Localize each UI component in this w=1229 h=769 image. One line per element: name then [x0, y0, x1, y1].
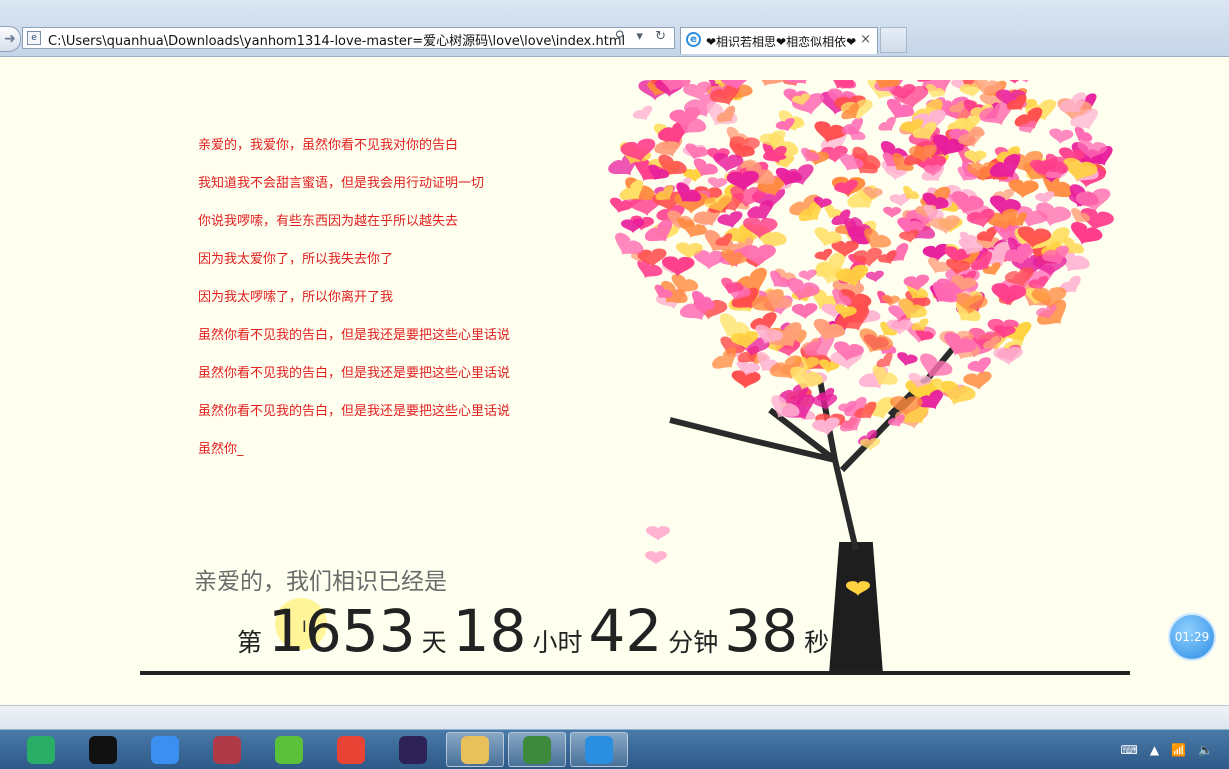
heart-leaf	[1008, 179, 1039, 199]
new-tab-button[interactable]	[880, 27, 907, 53]
elapsed-counter: 第 1653 天 18 小时 42 分钟 38 秒	[237, 596, 829, 666]
poem-line: 因为我太爱你了，所以我失去你了	[198, 252, 394, 267]
minutes-value: 42	[588, 597, 663, 665]
database-icon	[213, 735, 241, 764]
network-icon[interactable]: 📶	[1171, 743, 1186, 757]
heart-leaf	[632, 105, 653, 121]
days-value: 1653	[268, 597, 416, 665]
poem-line: 虽然你看不见我的告白，但是我还是要把这些心里话说	[198, 404, 511, 419]
heart-leaf	[1049, 128, 1074, 145]
heart-leaf	[1005, 80, 1024, 85]
heart-leaf	[883, 206, 902, 219]
tab-title[interactable]: ❤相识若相思❤相恋似相依❤	[706, 33, 856, 50]
taskbar-app-button[interactable]	[198, 732, 256, 767]
heart-leaf	[897, 352, 918, 367]
heart-leaf	[741, 244, 776, 267]
heart-leaf	[1018, 80, 1052, 81]
system-tray: ⌨ ▲ 📶 🔈	[1121, 736, 1229, 764]
counter-prefix: 第	[237, 628, 263, 657]
taskbar-app-button[interactable]	[260, 732, 318, 767]
qq-icon	[89, 735, 117, 764]
hearts-canvas	[608, 80, 1114, 597]
falling-heart	[645, 551, 667, 565]
poem-line: 我知道我不会甜言蜜语，但是我会用行动证明一切	[198, 176, 485, 191]
taskbar-app-button[interactable]	[12, 732, 70, 767]
taskbar-app-button[interactable]	[384, 732, 442, 767]
poem-line: 虽然你看不见我的告白，但是我还是要把这些心里话说	[198, 366, 511, 381]
heart-leaf	[1026, 80, 1055, 85]
address-bar[interactable]: e C:\Users\quanhua\Downloads\yanhom1314-…	[22, 27, 675, 49]
hours-value: 18	[452, 597, 527, 665]
taskbar-app-button[interactable]	[74, 732, 132, 767]
seconds-unit: 秒	[804, 628, 830, 657]
heart-leaf	[755, 80, 785, 87]
poem-line: 因为我太啰嗦了，所以你离开了我	[198, 290, 394, 305]
browser-status-bar	[0, 705, 1229, 730]
poem-line: 你说我啰嗦，有些东西因为越在乎所以越失去	[198, 214, 459, 229]
close-tab-icon[interactable]: ×	[860, 32, 871, 47]
address-url[interactable]: C:\Users\quanhua\Downloads\yanhom1314-lo…	[48, 30, 625, 49]
days-unit: 天	[421, 628, 447, 657]
poem-line: 亲爱的，我爱你，虽然你看不见我对你的告白	[198, 138, 459, 153]
taskbar-app-button[interactable]	[508, 732, 566, 767]
seconds-value: 38	[724, 597, 799, 665]
poem: 亲爱的，我爱你，虽然你看不见我对你的告白 我知道我不会甜言蜜语，但是我会用行动证…	[198, 136, 510, 478]
file-explorer-icon	[461, 735, 489, 764]
taskbar-app-button[interactable]	[570, 732, 628, 767]
ground-line	[140, 671, 1130, 675]
poem-line: 虽然你_	[198, 442, 244, 457]
text-cursor-icon: I	[302, 617, 307, 636]
browser-tab[interactable]: e ❤相识若相思❤相恋似相依❤ ×	[680, 27, 878, 54]
show-hidden-icon[interactable]: ▲	[1150, 743, 1159, 757]
heart-leaf	[800, 147, 820, 163]
page-file-icon: e	[27, 31, 41, 45]
taskbar: ⌨ ▲ 📶 🔈	[0, 729, 1229, 769]
taskbar-app-button[interactable]	[446, 732, 504, 767]
keyboard-icon[interactable]: ⌨	[1121, 743, 1138, 757]
poem-line: 虽然你看不见我的告白，但是我还是要把这些心里话说	[198, 328, 511, 343]
heart-leaf	[791, 303, 818, 320]
eclipse-icon	[399, 735, 427, 764]
taskbar-app-button[interactable]	[136, 732, 194, 767]
hours-unit: 小时	[532, 628, 583, 657]
baidu-netdisk-icon	[151, 735, 179, 764]
ie-tab-icon: e	[686, 32, 701, 47]
browser-toolbar: ➜ e C:\Users\quanhua\Downloads\yanhom131…	[0, 0, 1229, 57]
falling-heart	[846, 581, 870, 597]
leaf-app-icon	[275, 735, 303, 764]
heart-leaf	[878, 116, 896, 132]
chrome-icon	[337, 735, 365, 764]
falling-heart	[646, 526, 670, 542]
together-heading: 亲爱的，我们相识已经是	[194, 569, 447, 595]
editor-icon	[523, 735, 551, 764]
heart-leaf	[881, 294, 901, 307]
search-refresh-icons[interactable]: ⚲ ▾ ↻	[615, 29, 670, 44]
internet-explorer-icon	[585, 735, 613, 764]
forward-button[interactable]: ➜	[0, 26, 21, 52]
taskbar-app-button[interactable]	[322, 732, 380, 767]
heart-leaf	[865, 270, 884, 283]
volume-icon[interactable]: 🔈	[1198, 743, 1213, 757]
wechat-icon	[27, 735, 55, 764]
heart-leaf	[661, 256, 695, 277]
love-tree	[580, 80, 1140, 680]
recording-timer[interactable]: 01:29	[1168, 613, 1216, 661]
arrow-right-icon: ➜	[4, 31, 16, 47]
minutes-unit: 分钟	[668, 628, 719, 657]
